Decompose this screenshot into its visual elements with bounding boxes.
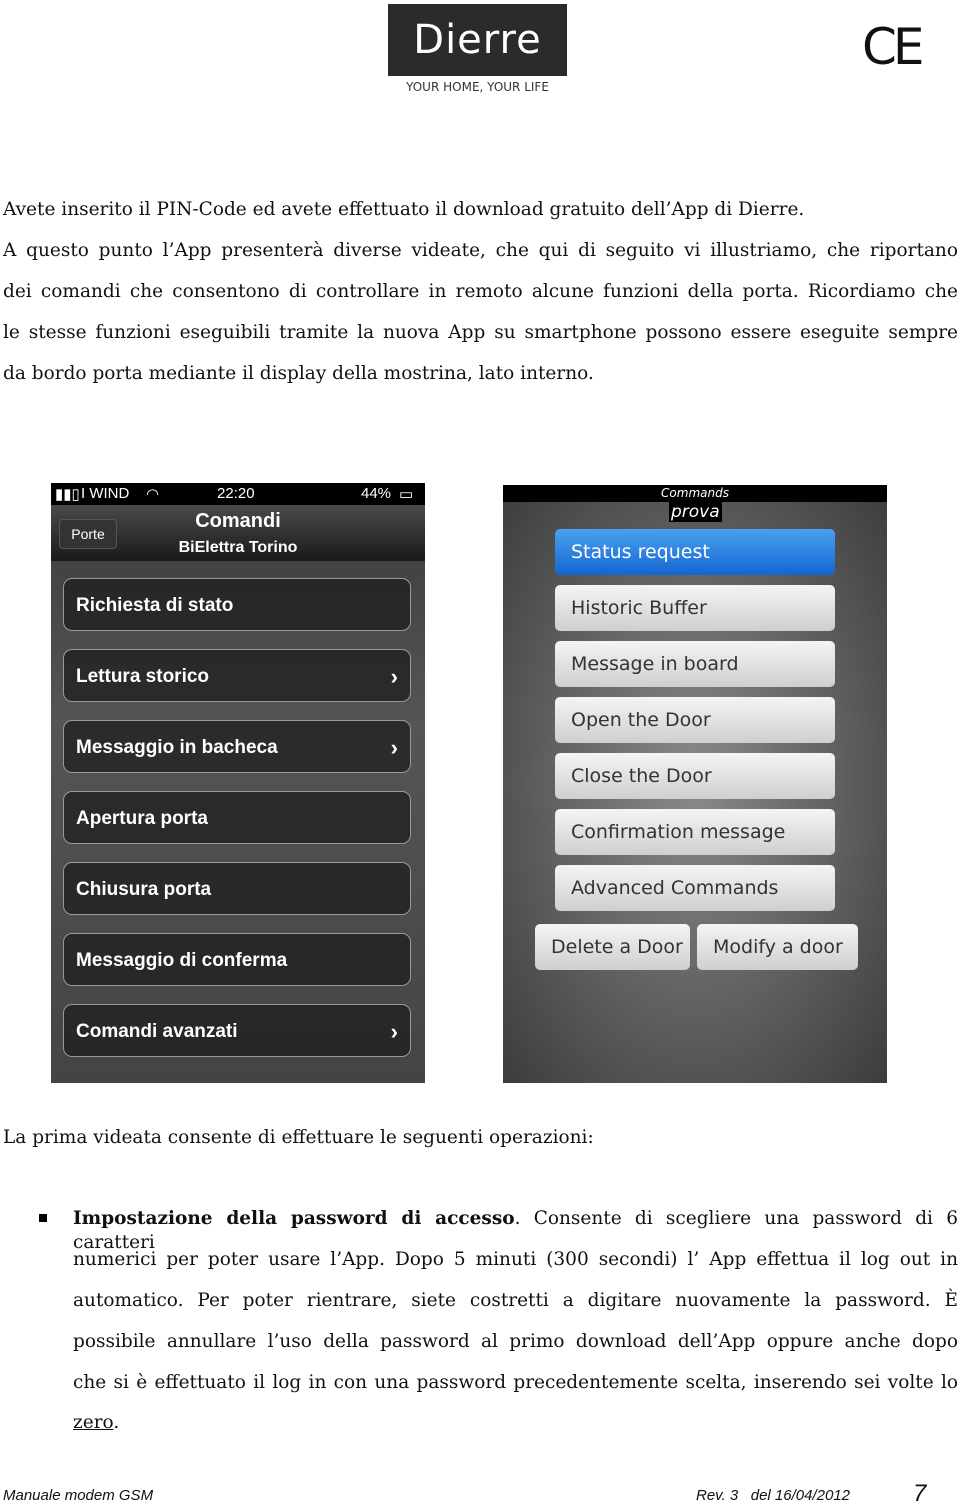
battery-level: 44% [361, 485, 392, 502]
carrier: I WIND [81, 485, 130, 502]
command-button[interactable]: Advanced Commands [555, 865, 835, 911]
bullet-icon [39, 1214, 47, 1222]
menu-item[interactable]: Apertura porta [63, 791, 411, 844]
section-intro: La prima videata consente di effettuare … [3, 1127, 594, 1148]
command-button[interactable]: Historic Buffer [555, 585, 835, 631]
command-button[interactable]: Confirmation message [555, 809, 835, 855]
modify-door-button[interactable]: Modify a door [697, 924, 858, 970]
command-button[interactable]: Close the Door [555, 753, 835, 799]
menu-item[interactable]: Messaggio di conferma [63, 933, 411, 986]
nav-subtitle: BiElettra Torino [178, 539, 298, 556]
intro-line: Avete inserito il PIN-Code ed avete effe… [3, 199, 805, 220]
page-number: 7 [913, 1480, 927, 1505]
bullet-line: zero. [73, 1411, 958, 1435]
menu-item[interactable]: Chiusura porta [63, 862, 411, 915]
menu-item-label: Messaggio di conferma [76, 950, 288, 971]
logo-tagline: YOUR HOME, YOUR LIFE [406, 80, 549, 94]
screen-header: Commands [503, 485, 887, 502]
menu-item-label: Comandi avanzati [76, 1021, 238, 1042]
iphone-screenshot: ▮▮▯ I WIND ◠ 22:20 44% ▭ Porte Comandi B… [51, 483, 425, 1083]
command-button[interactable]: Status request [555, 529, 835, 575]
menu-item-label: Richiesta di stato [76, 595, 234, 616]
bullet-line: automatico. Per poter rientrare, siete c… [73, 1290, 958, 1311]
intro-line: da bordo porta mediante il display della… [3, 363, 594, 384]
intro-line: dei comandi che consentono di controllar… [3, 281, 958, 302]
delete-door-button[interactable]: Delete a Door [535, 924, 690, 970]
nav-bar: Porte Comandi BiElettra Torino [51, 505, 425, 561]
menu-item[interactable]: Comandi avanzati › [63, 1004, 411, 1057]
intro-line: A questo punto l’App presenterà diverse … [3, 240, 958, 261]
menu-item-label: Apertura porta [76, 808, 208, 829]
nav-title: Comandi [195, 510, 281, 532]
signal-icon: ▮▮▯ [55, 486, 80, 503]
bullet-line: possibile annullare l’uso della password… [73, 1331, 958, 1352]
menu-item-label: Messaggio in bacheca [76, 737, 278, 758]
menu-item[interactable]: Lettura storico › [63, 649, 411, 702]
clock: 22:20 [217, 485, 255, 502]
menu-item[interactable]: Messaggio in bacheca › [63, 720, 411, 773]
chevron-right-icon: › [390, 664, 398, 689]
status-bar: ▮▮▯ I WIND ◠ 22:20 44% ▭ [51, 483, 425, 505]
footer-revision: Rev. 3 del 16/04/2012 [696, 1487, 850, 1504]
menu-item-label: Lettura storico [76, 666, 210, 687]
wifi-icon: ◠ [146, 486, 160, 503]
door-name: prova [669, 502, 722, 522]
command-button[interactable]: Open the Door [555, 697, 835, 743]
period: . [113, 1412, 120, 1433]
dierre-logo: Dierre [388, 4, 567, 76]
bullet-line: numerici per poter usare l’App. Dopo 5 m… [73, 1249, 958, 1270]
intro-line: le stesse funzioni eseguibili tramite la… [3, 322, 958, 343]
blackberry-screenshot: Commands prova Status request Historic Bu… [503, 485, 887, 1083]
menu-item-label: Chiusura porta [76, 879, 212, 900]
ce-mark: CE [862, 18, 924, 76]
chevron-right-icon: › [390, 1019, 398, 1044]
bullet-line: che si è effettuato il log in con una pa… [73, 1372, 958, 1393]
bullet-title: Impostazione della password di accesso [73, 1208, 515, 1229]
command-button[interactable]: Message in board [555, 641, 835, 687]
menu-item[interactable]: Richiesta di stato [63, 578, 411, 631]
underlined-word: zero [73, 1412, 114, 1433]
document-page: Dierre YOUR HOME, YOUR LIFE CE Avete ins… [0, 0, 960, 1505]
battery-icon: ▭ [399, 486, 414, 503]
chevron-right-icon: › [390, 735, 398, 760]
footer-title: Manuale modem GSM [3, 1487, 154, 1504]
